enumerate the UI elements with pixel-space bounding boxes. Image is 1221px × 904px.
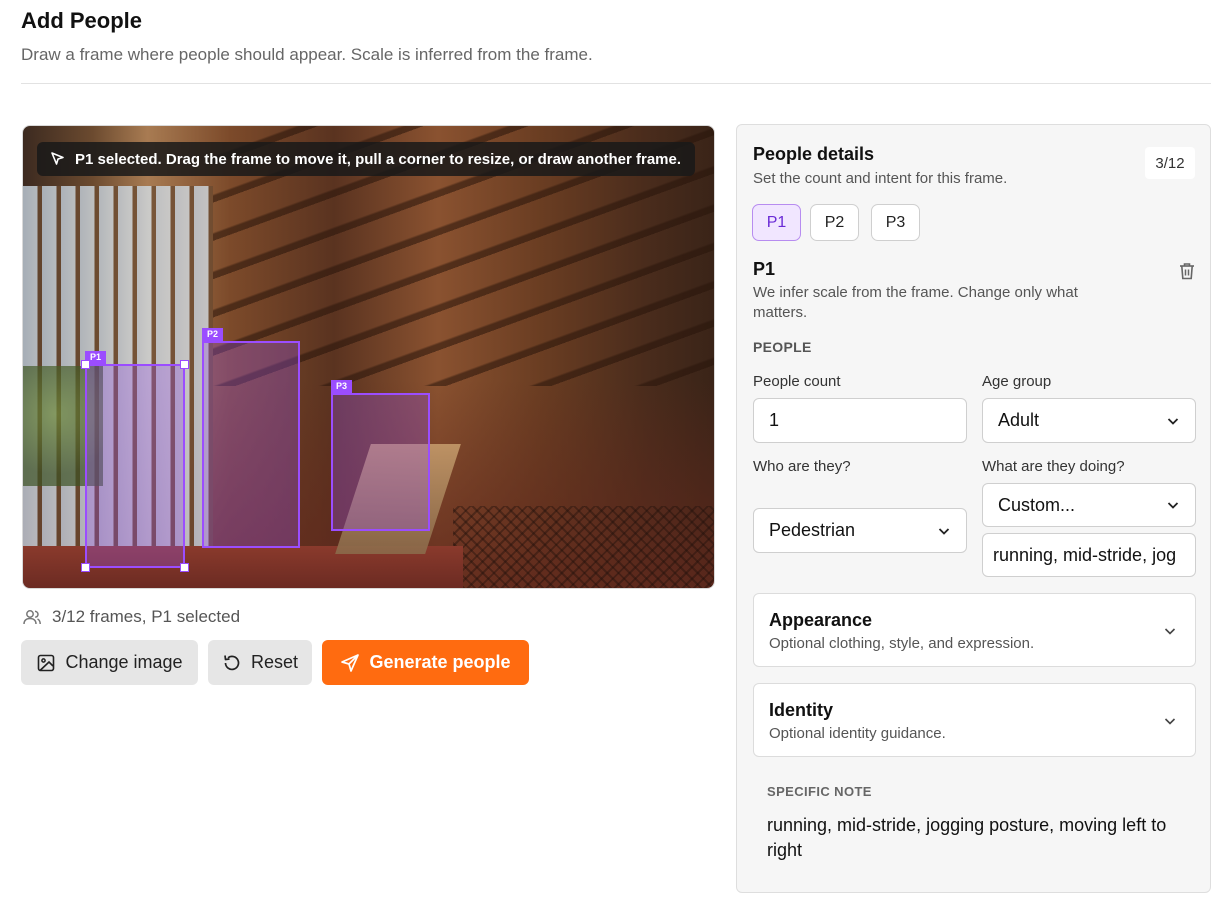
frames-status-text: 3/12 frames, P1 selected [52,607,241,626]
people-count-label: People count [753,373,841,390]
chevron-down-icon [1167,417,1179,425]
image-icon [38,654,55,671]
panel-subtitle: Set the count and intent for this frame. [753,170,1008,187]
change-image-label: Change image [65,652,183,672]
resize-handle-top-right[interactable] [180,360,189,369]
identity-accordion[interactable]: Identity Optional identity guidance. [753,683,1196,757]
age-group-select[interactable]: Adult [982,398,1196,443]
frame-tag: P3 [331,380,353,393]
reset-button[interactable]: Reset [208,640,312,685]
chevron-down-icon [1167,502,1179,509]
selected-frame-heading: P1 [753,259,776,279]
age-group-label: Age group [982,373,1052,390]
canvas-hint-text: P1 selected. Drag the frame to move it, … [75,150,682,168]
people-details-panel: People details Set the count and intent … [736,124,1211,893]
doing-value: Custom... [998,494,1076,515]
frame-tag: P2 [202,328,224,341]
frames-status: 3/12 frames, P1 selected [22,607,240,627]
appearance-subtitle: Optional clothing, style, and expression… [769,635,1035,652]
header-divider [21,83,1211,84]
doing-custom-value: running, mid-stride, jog [993,544,1177,565]
tab-p2[interactable]: P2 [810,204,859,241]
chevron-down-icon [938,527,950,535]
chevron-down-icon [1164,718,1176,725]
generate-people-button[interactable]: Generate people [322,640,529,685]
specific-note-label: SPECIFIC NOTE [767,784,872,799]
page-subtitle: Draw a frame where people should appear.… [21,45,593,64]
chevron-down-icon [1164,628,1176,635]
people-frame-p1[interactable]: P1 [81,351,189,572]
selected-frame-description: We infer scale from the frame. Change on… [753,284,1078,321]
specific-note-text: running, mid-stride, jogging posture, mo… [767,815,1167,860]
send-icon [341,653,360,672]
people-count-value: 1 [769,410,780,430]
doing-select[interactable]: Custom... [982,483,1196,527]
panel-title: People details [753,144,875,164]
image-canvas[interactable]: P1 selected. Drag the frame to move it, … [22,125,715,589]
appearance-accordion[interactable]: Appearance Optional clothing, style, and… [753,593,1196,667]
cursor-icon [51,152,64,165]
who-select[interactable]: Pedestrian [753,508,967,553]
page-title: Add People [21,8,143,33]
age-group-value: Adult [998,410,1040,430]
trash-icon[interactable] [1177,261,1197,281]
people-section-label: PEOPLE [753,339,812,355]
doing-label: What are they doing? [982,458,1125,475]
tab-p3[interactable]: P3 [871,204,920,241]
who-label: Who are they? [753,458,851,475]
people-frame-p3[interactable]: P3 [331,380,430,531]
users-icon [23,610,41,625]
generate-people-label: Generate people [369,652,511,672]
appearance-title: Appearance [769,610,873,630]
people-count-input[interactable]: 1 [753,398,967,443]
identity-title: Identity [769,700,834,720]
frame-count-badge: 3/12 [1145,147,1195,179]
photo-netting [453,506,714,588]
people-frame-p2[interactable]: P2 [202,328,300,548]
doing-custom-input[interactable]: running, mid-stride, jog [982,533,1196,577]
resize-handle-bottom-left[interactable] [81,563,90,572]
who-value: Pedestrian [769,520,856,540]
canvas-hint-toast: P1 selected. Drag the frame to move it, … [37,142,696,176]
change-image-button[interactable]: Change image [21,640,198,685]
resize-handle-bottom-right[interactable] [180,563,189,572]
resize-handle-top-left[interactable] [81,360,90,369]
identity-subtitle: Optional identity guidance. [769,725,946,742]
reset-label: Reset [250,652,299,672]
tab-p1[interactable]: P1 [752,204,801,241]
rotate-ccw-icon [224,654,240,670]
